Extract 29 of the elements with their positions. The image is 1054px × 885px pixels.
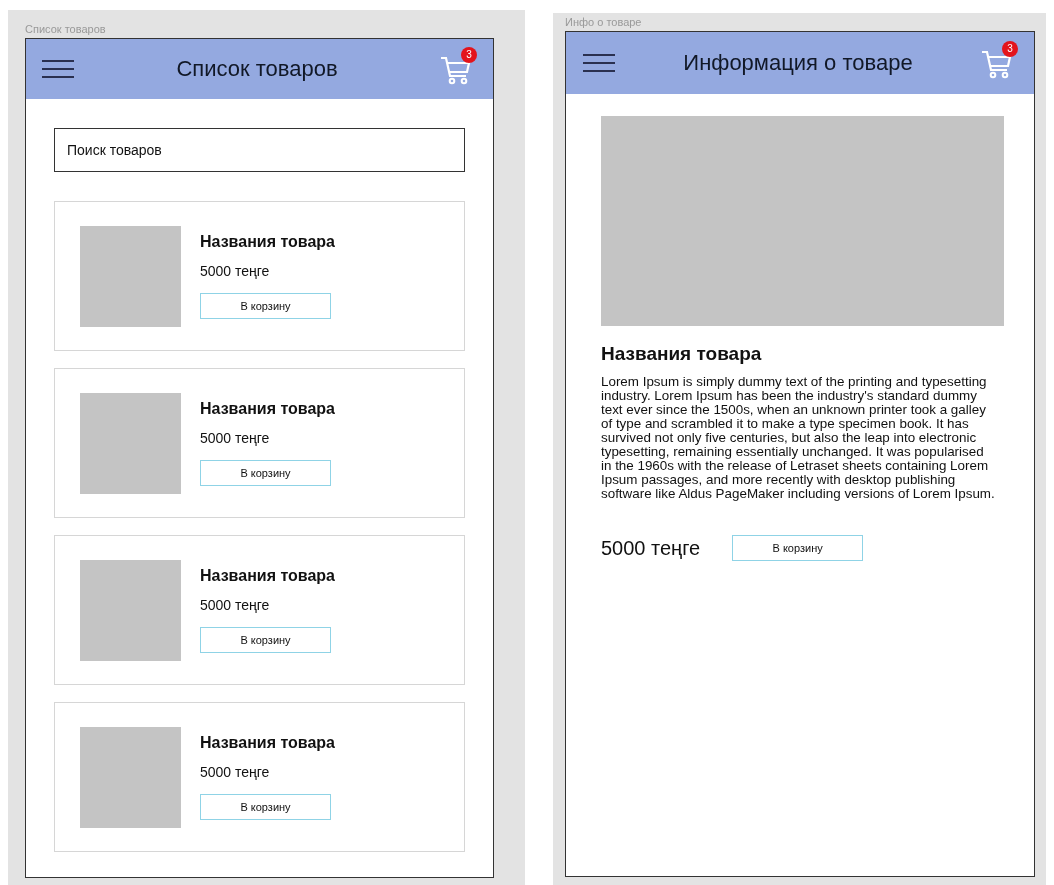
cart-count-badge: 3 bbox=[461, 47, 477, 63]
frame-label: Инфо о товаре bbox=[565, 15, 643, 30]
product-price: 5000 теңге bbox=[601, 536, 701, 560]
add-to-cart-button[interactable]: В корзину bbox=[732, 535, 864, 561]
product-name: Названия товара bbox=[601, 343, 763, 365]
product-price: 5000 теңге bbox=[200, 597, 270, 613]
product-price: 5000 теңге bbox=[200, 430, 270, 446]
add-to-cart-button[interactable]: В корзину bbox=[200, 794, 331, 820]
product-name: Названия товара bbox=[200, 734, 335, 752]
add-to-cart-button[interactable]: В корзину bbox=[200, 460, 331, 486]
product-name: Названия товара bbox=[200, 400, 335, 418]
cart-count-badge: 3 bbox=[1002, 41, 1018, 57]
product-name: Названия товара bbox=[200, 233, 335, 251]
add-to-cart-button[interactable]: В корзину bbox=[200, 627, 331, 653]
screen-title: Список товаров bbox=[175, 56, 339, 82]
search-field[interactable]: Поиск товаров bbox=[54, 128, 465, 172]
product-price: 5000 теңге bbox=[200, 764, 270, 780]
menu-icon[interactable] bbox=[41, 59, 75, 79]
product-price: 5000 теңге bbox=[200, 263, 270, 279]
product-description: Lorem Ipsum is simply dummy text of the printing and typesetting industry. Lorem Ipsum has been the industry's standard dummy text ever since the 1500s, when an unknown printer took a galley of type and scrambled it to make a type specimen book. It has survived not only five centuries, but also the leap into electronic typesetting, remaining essentially unchanged. It was popularised in the 1960s with the release of Letraset sheets containing Lorem Ipsum passages, and more recently with desktop publishing software like Aldus PageMaker including versions of Lorem Ipsum. bbox=[601, 375, 996, 501]
menu-icon[interactable] bbox=[582, 53, 616, 73]
product-card[interactable]: Названия товара 5000 теңге В корзину bbox=[54, 535, 465, 685]
screen-title: Информация о товаре bbox=[682, 50, 914, 76]
product-card[interactable]: Названия товара 5000 теңге В корзину bbox=[54, 702, 465, 852]
product-name: Названия товара bbox=[200, 567, 335, 585]
product-card[interactable]: Названия товара 5000 теңге В корзину bbox=[54, 368, 465, 518]
product-card[interactable]: Названия товара 5000 теңге В корзину bbox=[54, 201, 465, 351]
add-to-cart-button[interactable]: В корзину bbox=[200, 293, 331, 319]
frame-label: Список товаров bbox=[25, 22, 107, 37]
